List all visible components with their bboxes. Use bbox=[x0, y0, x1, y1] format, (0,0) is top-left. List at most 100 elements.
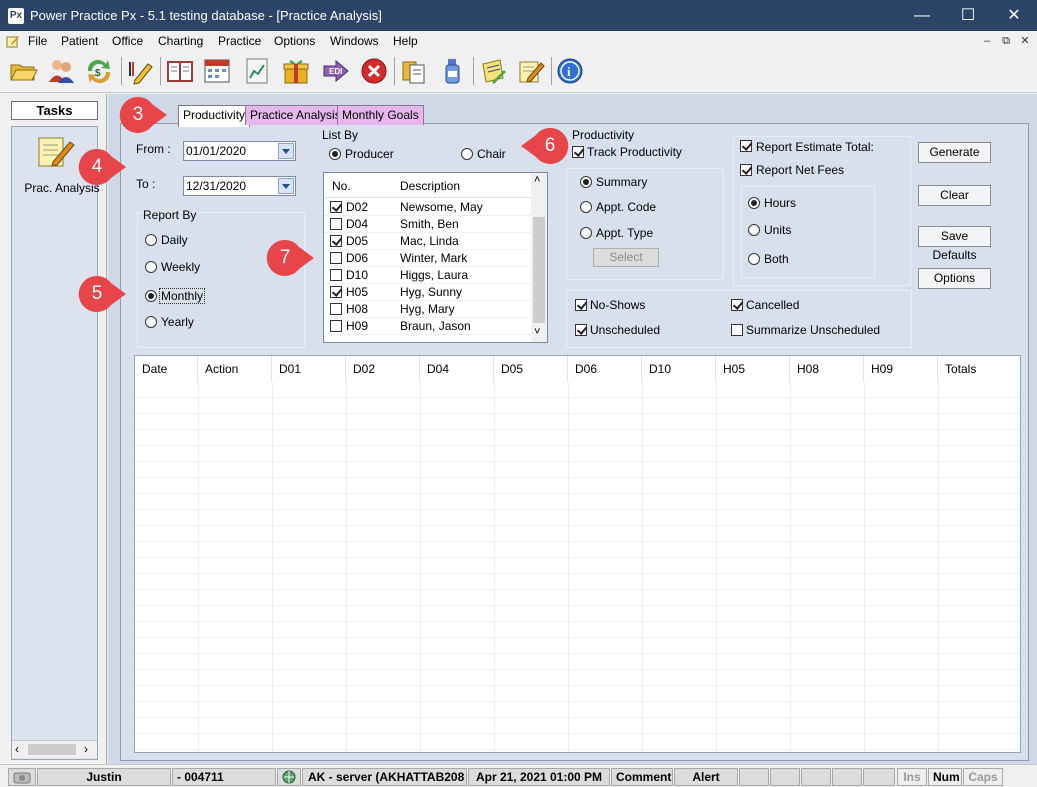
money-transfer-icon[interactable]: $ bbox=[84, 56, 114, 86]
track-productivity-label[interactable]: Track Productivity bbox=[587, 145, 682, 159]
radio-appt-type[interactable] bbox=[580, 227, 592, 239]
radio-weekly[interactable] bbox=[145, 261, 157, 273]
chevron-down-icon[interactable] bbox=[278, 143, 294, 159]
chevron-down-icon[interactable]: ˅ bbox=[534, 326, 540, 338]
menu-practice[interactable]: Practice bbox=[218, 34, 261, 48]
grid-header-action[interactable]: Action bbox=[198, 356, 272, 382]
open-folder-icon[interactable] bbox=[8, 56, 38, 86]
radio-producer-label[interactable]: Producer bbox=[345, 147, 394, 161]
producer-checkbox[interactable] bbox=[330, 269, 342, 281]
unscheduled-label[interactable]: Unscheduled bbox=[590, 323, 660, 337]
clear-button[interactable]: Clear bbox=[918, 185, 991, 206]
tab-monthly-goals[interactable]: Monthly Goals bbox=[337, 105, 424, 125]
radio-yearly[interactable] bbox=[145, 316, 157, 328]
radio-daily-label[interactable]: Daily bbox=[161, 233, 188, 247]
report-estimate-total-label[interactable]: Report Estimate Total: bbox=[756, 140, 874, 154]
menu-charting[interactable]: Charting bbox=[158, 34, 203, 48]
grid-header-d10[interactable]: D10 bbox=[642, 356, 716, 382]
from-date-picker[interactable]: 01/01/2020 bbox=[183, 141, 296, 161]
radio-chair[interactable] bbox=[461, 148, 473, 160]
radio-hours[interactable] bbox=[748, 197, 760, 209]
chevron-up-icon[interactable]: ˄ bbox=[534, 174, 540, 186]
producer-row[interactable]: D04 Smith, Ben bbox=[324, 216, 531, 233]
menu-file[interactable]: File bbox=[28, 34, 47, 48]
minimize-button[interactable]: — bbox=[899, 0, 945, 31]
tasks-horizontal-scrollbar[interactable]: ‹ › bbox=[12, 740, 97, 758]
maximize-button[interactable]: ☐ bbox=[945, 0, 991, 31]
radio-units[interactable] bbox=[748, 224, 760, 236]
producer-row[interactable]: D10 Higgs, Laura bbox=[324, 267, 531, 284]
camera-icon[interactable] bbox=[8, 768, 36, 786]
summarize-unscheduled-checkbox[interactable] bbox=[731, 324, 743, 336]
summarize-unscheduled-label[interactable]: Summarize Unscheduled bbox=[746, 323, 880, 337]
radio-appt-code-label[interactable]: Appt. Code bbox=[596, 200, 656, 214]
track-productivity-checkbox[interactable] bbox=[572, 146, 584, 158]
save-defaults-button[interactable]: Save Defaults bbox=[918, 226, 991, 262]
menu-office[interactable]: Office bbox=[112, 34, 143, 48]
radio-daily[interactable] bbox=[145, 234, 157, 246]
producer-row[interactable]: D06 Winter, Mark bbox=[324, 250, 531, 267]
radio-chair-label[interactable]: Chair bbox=[477, 147, 506, 161]
producer-row[interactable]: H08 Hyg, Mary bbox=[324, 301, 531, 318]
producer-checkbox[interactable] bbox=[330, 252, 342, 264]
grid-header-date[interactable]: Date bbox=[135, 356, 198, 382]
grid-header-h08[interactable]: H08 bbox=[790, 356, 864, 382]
radio-monthly[interactable] bbox=[145, 290, 157, 302]
column-header-no[interactable]: No. bbox=[332, 179, 351, 193]
report-net-fees-checkbox[interactable] bbox=[740, 164, 752, 176]
radio-both[interactable] bbox=[748, 253, 760, 265]
radio-units-label[interactable]: Units bbox=[764, 223, 791, 237]
stop-icon[interactable] bbox=[359, 56, 389, 86]
grid-header-d01[interactable]: D01 bbox=[272, 356, 346, 382]
menu-patient[interactable]: Patient bbox=[61, 34, 98, 48]
no-shows-checkbox[interactable] bbox=[575, 299, 587, 311]
radio-hours-label[interactable]: Hours bbox=[764, 196, 796, 210]
menu-windows[interactable]: Windows bbox=[330, 34, 379, 48]
grid-header-d04[interactable]: D04 bbox=[420, 356, 494, 382]
report-estimate-total-checkbox[interactable] bbox=[740, 140, 752, 152]
no-shows-label[interactable]: No-Shows bbox=[590, 298, 645, 312]
scroll-right-icon[interactable]: › bbox=[84, 742, 88, 756]
producer-row[interactable]: D05 Mac, Linda bbox=[324, 233, 531, 250]
producer-row[interactable]: D02 Newsome, May bbox=[324, 199, 531, 216]
radio-summary-label[interactable]: Summary bbox=[596, 175, 647, 189]
producer-checkbox[interactable] bbox=[330, 235, 342, 247]
options-button[interactable]: Options bbox=[918, 268, 991, 289]
patients-icon[interactable] bbox=[46, 56, 76, 86]
column-header-description[interactable]: Description bbox=[400, 179, 460, 193]
grid-header-totals[interactable]: Totals bbox=[938, 356, 1020, 382]
scroll-left-icon[interactable]: ‹ bbox=[15, 742, 19, 756]
mdi-close-button[interactable]: ✕ bbox=[1017, 33, 1033, 49]
radio-weekly-label[interactable]: Weekly bbox=[161, 260, 200, 274]
radio-both-label[interactable]: Both bbox=[764, 252, 789, 266]
chart-icon[interactable] bbox=[242, 56, 272, 86]
producer-checkbox[interactable] bbox=[330, 320, 342, 332]
producer-checkbox[interactable] bbox=[330, 201, 342, 213]
radio-producer[interactable] bbox=[329, 148, 341, 160]
unscheduled-checkbox[interactable] bbox=[575, 324, 587, 336]
mdi-restore-button[interactable]: ⧉ bbox=[998, 33, 1014, 49]
grid-header-h05[interactable]: H05 bbox=[716, 356, 790, 382]
menu-help[interactable]: Help bbox=[393, 34, 418, 48]
report-net-fees-label[interactable]: Report Net Fees bbox=[756, 163, 844, 177]
info-icon[interactable]: i bbox=[555, 56, 585, 86]
grid-header-d02[interactable]: D02 bbox=[346, 356, 420, 382]
radio-appt-code[interactable] bbox=[580, 201, 592, 213]
status-alert[interactable]: Alert bbox=[674, 768, 738, 786]
document-icon[interactable] bbox=[399, 56, 429, 86]
status-comment[interactable]: Comment bbox=[611, 768, 673, 786]
radio-monthly-label[interactable]: Monthly bbox=[159, 288, 206, 304]
chevron-down-icon[interactable] bbox=[278, 178, 294, 194]
select-button[interactable]: Select bbox=[593, 248, 659, 267]
generate-button[interactable]: Generate bbox=[918, 142, 991, 163]
to-date-picker[interactable]: 12/31/2020 bbox=[183, 176, 296, 196]
edi-icon[interactable]: EDI bbox=[320, 56, 350, 86]
grid-header-d06[interactable]: D06 bbox=[568, 356, 642, 382]
producer-list-scrollbar[interactable]: ˄ ˅ bbox=[531, 173, 547, 342]
radio-summary[interactable] bbox=[580, 176, 592, 188]
producer-checkbox[interactable] bbox=[330, 286, 342, 298]
notepad-edit-icon[interactable] bbox=[516, 56, 546, 86]
producer-row[interactable]: H05 Hyg, Sunny bbox=[324, 284, 531, 301]
close-window-button[interactable]: ✕ bbox=[991, 0, 1037, 31]
menu-options[interactable]: Options bbox=[274, 34, 315, 48]
